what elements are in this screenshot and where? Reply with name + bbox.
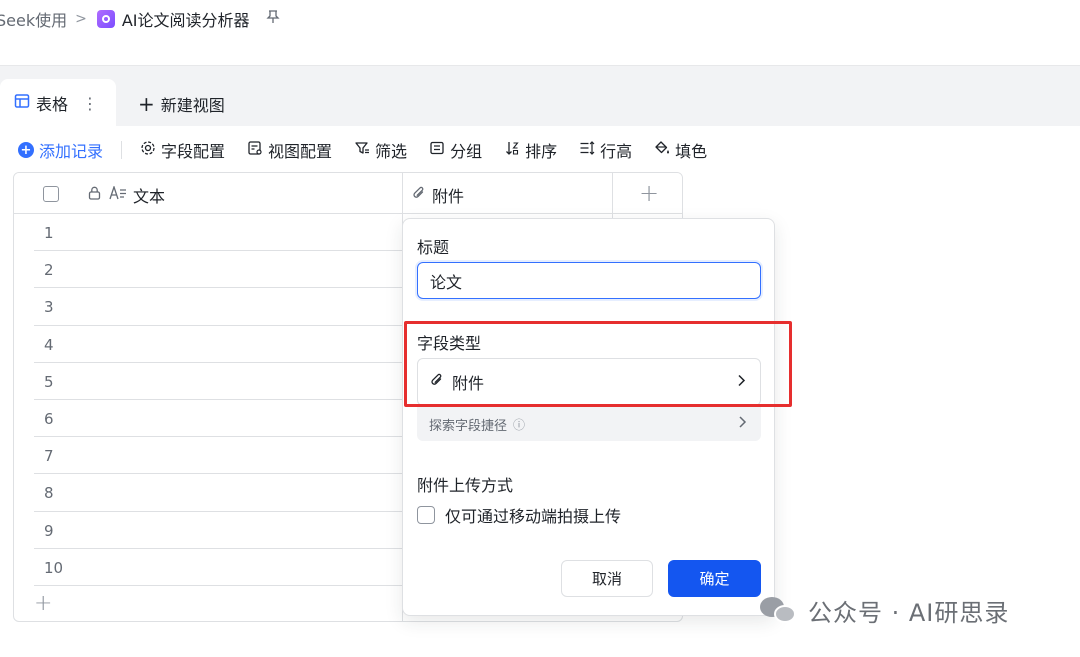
grid-header: 文本 附件 + [14, 173, 682, 214]
more-icon[interactable]: ⋮ [82, 94, 98, 113]
row-number: 5 [44, 372, 54, 391]
column-header-attachment-label: 附件 [432, 187, 465, 206]
app-icon [96, 10, 115, 28]
new-view-button[interactable]: + 新建视图 [138, 92, 225, 116]
fill-color-button[interactable]: 填色 [654, 138, 707, 162]
column-divider [612, 173, 613, 214]
mobile-only-option[interactable]: 仅可通过移动端拍摄上传 [417, 503, 621, 527]
watermark: 公众号 · AI研思录 [760, 593, 1009, 628]
paperclip-icon [412, 185, 426, 205]
field-shortcut-label: 探索字段捷径 [429, 418, 508, 434]
sort-button[interactable]: 排序 [504, 138, 557, 162]
fill-color-label: 填色 [675, 142, 708, 161]
text-type-icon [109, 184, 127, 204]
row-height-button[interactable]: 行高 [579, 138, 632, 162]
chevron-right-icon [736, 373, 746, 392]
paperclip-icon [430, 372, 444, 392]
gear-icon [140, 140, 156, 160]
table-icon [14, 93, 30, 113]
breadcrumb-separator: > [75, 11, 87, 27]
field-type-value: 附件 [452, 374, 485, 393]
upload-method-label: 附件上传方式 [417, 476, 514, 495]
field-edit-panel: 标题 论文 字段类型 附件 探索字段捷径 ⓘ 附件上传方式 仅可通过移动端拍摄上… [402, 218, 775, 616]
mobile-only-checkbox[interactable] [417, 506, 435, 524]
column-header-attachment[interactable]: 附件 [412, 183, 464, 207]
plus-icon: + [138, 92, 155, 116]
toolbar: + 添加记录 字段配置 视图配置 筛选 分组 排序 行高 填色 [18, 136, 729, 164]
field-type-select[interactable]: 附件 [417, 358, 761, 406]
view-config-button[interactable]: 视图配置 [247, 138, 332, 162]
tab-table-label: 表格 [36, 95, 69, 114]
field-title-input[interactable]: 论文 [417, 262, 761, 299]
group-label: 分组 [450, 142, 483, 161]
row-height-icon [579, 140, 595, 160]
toolbar-divider [121, 141, 123, 159]
plus-circle-icon: + [18, 142, 34, 158]
wechat-icon [760, 595, 798, 627]
row-number: 10 [44, 558, 64, 577]
view-tabs: 表格 ⋮ + 新建视图 [0, 66, 1080, 127]
column-header-text-label: 文本 [133, 187, 166, 206]
page-title[interactable]: AI论文阅读分析器 [122, 7, 250, 31]
field-config-button[interactable]: 字段配置 [140, 138, 225, 162]
watermark-text: 公众号 · AI研思录 [808, 599, 1010, 627]
filter-icon [354, 140, 370, 160]
group-button[interactable]: 分组 [429, 138, 482, 162]
field-type-label: 字段类型 [417, 334, 482, 353]
field-shortcut-row[interactable]: 探索字段捷径 ⓘ [417, 407, 761, 441]
pin-icon[interactable] [265, 10, 280, 28]
lock-icon [88, 186, 101, 204]
row-number: 3 [44, 298, 54, 317]
paint-bucket-icon [654, 140, 670, 160]
breadcrumb-parent[interactable]: Seek使用 [0, 7, 67, 31]
column-divider [402, 173, 403, 214]
cancel-button[interactable]: 取消 [561, 560, 653, 597]
mobile-only-label: 仅可通过移动端拍摄上传 [445, 507, 622, 526]
info-icon: ⓘ [513, 417, 526, 432]
confirm-button[interactable]: 确定 [668, 560, 761, 597]
breadcrumb: Seek使用 > AI论文阅读分析器 [0, 7, 280, 31]
group-icon [429, 140, 445, 160]
chevron-right-icon [737, 415, 747, 433]
filter-label: 筛选 [375, 142, 408, 161]
row-height-label: 行高 [600, 142, 633, 161]
row-number: 2 [44, 261, 54, 280]
row-number: 6 [44, 409, 54, 428]
add-column-button[interactable]: + [639, 179, 659, 207]
top-bar: Seek使用 > AI论文阅读分析器 [0, 0, 1080, 66]
filter-button[interactable]: 筛选 [354, 138, 407, 162]
row-number: 9 [44, 521, 54, 540]
title-label: 标题 [417, 238, 450, 257]
column-header-text[interactable]: 文本 [88, 183, 165, 207]
view-config-label: 视图配置 [268, 142, 333, 161]
row-number: 1 [44, 224, 54, 242]
add-record-button[interactable]: + 添加记录 [18, 138, 103, 162]
row-number: 8 [44, 484, 54, 503]
sort-label: 排序 [525, 142, 558, 161]
new-view-label: 新建视图 [160, 96, 225, 115]
select-all-checkbox[interactable] [43, 186, 59, 202]
add-record-label: 添加记录 [39, 142, 104, 161]
row-number: 7 [44, 447, 54, 466]
row-number: 4 [44, 335, 54, 354]
add-row-button[interactable]: + [34, 591, 52, 616]
view-config-icon [247, 140, 263, 160]
field-config-label: 字段配置 [161, 142, 226, 161]
tab-table[interactable]: 表格 ⋮ [0, 79, 116, 127]
sort-icon [504, 140, 520, 160]
